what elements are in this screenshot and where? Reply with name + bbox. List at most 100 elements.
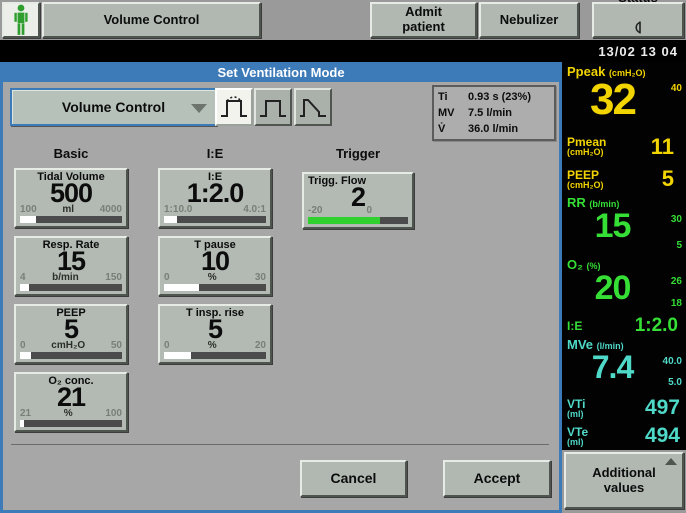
param-min: -20: [308, 205, 322, 216]
param-slider: [20, 216, 122, 223]
param-trigg-flow[interactable]: Trigg. Flow 2 -20 0: [302, 172, 414, 229]
alarm-limit-low: 5: [676, 240, 682, 251]
param-value: 15: [16, 248, 126, 275]
param-unit: %: [208, 340, 217, 351]
param-value: 5: [16, 316, 126, 343]
monitor-label: RR: [567, 195, 586, 210]
param-tidal-volume[interactable]: Tidal Volume 500 100 ml 4000: [14, 168, 128, 228]
current-mode-button[interactable]: Volume Control: [42, 2, 261, 38]
param-ie-ratio[interactable]: I:E 1:2.0 1:10.0 4.0:1: [158, 168, 272, 228]
param-unit: cmH₂O: [51, 340, 85, 351]
monitor-label: O₂: [567, 257, 583, 272]
alarm-limit-high: 40.0: [663, 356, 682, 367]
top-bar: Volume Control Admit patient Nebulizer S…: [0, 0, 686, 40]
param-unit: ml: [62, 204, 74, 215]
info-value: 36.0 l/min: [468, 123, 550, 135]
param-slider: [308, 217, 408, 224]
alarm-limit-high: 40: [671, 83, 682, 94]
info-label: Ti: [438, 91, 468, 103]
param-max: 50: [111, 340, 122, 351]
waveform-square-button[interactable]: [254, 88, 292, 126]
square-wave-icon: [258, 93, 288, 121]
waveform-decelerating-button[interactable]: [294, 88, 332, 126]
datetime: 13/02 13 04: [598, 44, 686, 59]
param-max: 30: [255, 272, 266, 283]
monitor-vte: VTe(ml) 494: [567, 422, 684, 450]
monitor-unit: (cmH₂O): [567, 148, 651, 157]
info-value: 0.93 s (23%): [468, 91, 550, 103]
cancel-button[interactable]: Cancel: [300, 460, 407, 497]
monitor-vti: VTi(ml) 497: [567, 394, 684, 422]
nebulizer-button[interactable]: Nebulizer: [479, 2, 579, 38]
column-header-trigger: Trigger: [302, 146, 414, 162]
monitor-pmean: Pmean(cmH₂O) 11: [567, 130, 684, 164]
param-min: 0: [164, 340, 170, 351]
monitor-label: VTe: [567, 426, 645, 438]
monitor-value: 11: [651, 134, 684, 160]
param-value: 1:2.0: [160, 180, 270, 207]
chevron-up-icon: [665, 458, 677, 465]
info-row-mv: MV 7.5 l/min: [438, 105, 550, 121]
param-min: 1:10.0: [164, 204, 192, 215]
param-t-pause[interactable]: T pause 10 0 % 30: [158, 236, 272, 296]
clock-strip: 13/02 13 04: [0, 40, 686, 62]
admit-patient-button[interactable]: Admit patient: [370, 2, 477, 38]
monitor-value: 15: [567, 210, 658, 257]
monitor-ie: I:E 1:2.0: [567, 315, 684, 337]
monitor-ppeak: Ppeak (cmH₂O) 32 40: [567, 64, 684, 130]
monitor-mve: MVe (l/min) 7.4 40.05.0: [567, 337, 684, 395]
waveform-square-arc-button[interactable]: [215, 88, 253, 126]
info-row-flow: V̇ 36.0 l/min: [438, 121, 550, 137]
monitor-value: 7.4: [567, 352, 658, 395]
monitor-value: 5: [662, 166, 684, 192]
info-label: MV: [438, 107, 468, 119]
additional-values-label: Additional values: [592, 466, 656, 496]
param-resp-rate[interactable]: Resp. Rate 15 4 b/min 150: [14, 236, 128, 296]
param-max: 0: [366, 205, 372, 216]
monitor-value: 1:2.0: [635, 315, 684, 337]
column-header-basic: Basic: [14, 146, 128, 162]
monitor-value: 494: [645, 424, 684, 448]
dialog-title: Set Ventilation Mode: [3, 62, 559, 82]
dialog-divider: [11, 444, 549, 445]
monitor-unit: (ml): [567, 410, 645, 419]
param-slider: [164, 284, 266, 291]
alarm-limit-high: 30: [671, 214, 682, 225]
accept-button[interactable]: Accept: [443, 460, 551, 497]
param-o2-conc[interactable]: O₂ conc. 21 21 % 100: [14, 372, 128, 432]
monitor-label: VTi: [567, 398, 645, 410]
monitor-label: MVe: [567, 337, 593, 352]
param-max: 150: [105, 272, 122, 283]
param-slider: [164, 216, 266, 223]
info-value: 7.5 l/min: [468, 107, 550, 119]
monitor-peep: PEEP(cmH₂O) 5: [567, 163, 684, 195]
monitor-value: 20: [567, 272, 658, 315]
ventilator-screen: Volume Control Admit patient Nebulizer S…: [0, 0, 686, 513]
monitor-label: I:E: [567, 319, 635, 333]
param-value: 5: [160, 316, 270, 343]
column-header-ie: I:E: [158, 146, 272, 162]
alarm-limit-low: 5.0: [668, 377, 682, 388]
param-min: 21: [20, 408, 31, 419]
param-unit: b/min: [52, 272, 79, 283]
param-value: 10: [160, 248, 270, 275]
additional-values-button[interactable]: Additional values: [564, 452, 684, 509]
param-unit: %: [208, 272, 217, 283]
monitor-panel: Ppeak (cmH₂O) 32 40 Pmean(cmH₂O) 11 PEEP…: [562, 62, 686, 450]
param-max: 4000: [100, 204, 122, 215]
set-ventilation-mode-dialog: Set Ventilation Mode Volume Control: [0, 62, 562, 513]
patient-button[interactable]: [2, 2, 40, 38]
monitor-value: 32: [567, 79, 658, 130]
param-slider: [164, 352, 266, 359]
param-unit: %: [64, 408, 73, 419]
breath-info-box: Ti 0.93 s (23%) MV 7.5 l/min V̇ 36.0 l/m…: [432, 85, 556, 141]
param-peep[interactable]: PEEP 5 0 cmH₂O 50: [14, 304, 128, 364]
param-max: 20: [255, 340, 266, 351]
param-t-insp-rise[interactable]: T insp. rise 5 0 % 20: [158, 304, 272, 364]
monitor-value: 497: [645, 396, 684, 420]
param-min: 0: [164, 272, 170, 283]
decelerating-flow-icon: [298, 93, 328, 121]
status-button[interactable]: Status: [592, 2, 684, 38]
mode-select-dropdown[interactable]: Volume Control: [10, 88, 217, 126]
mode-select-value: Volume Control: [62, 99, 165, 115]
